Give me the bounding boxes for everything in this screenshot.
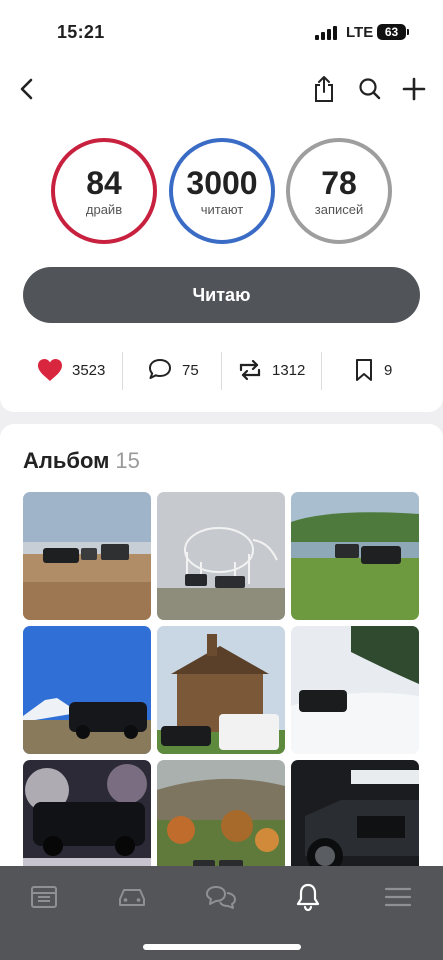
album-photo[interactable] (157, 492, 285, 620)
actions-row: 3523 75 1312 9 (0, 348, 443, 392)
nav-bar (0, 60, 443, 116)
comment-icon (149, 359, 171, 379)
divider (321, 352, 322, 390)
photo-image (157, 492, 285, 620)
garage-icon (119, 889, 145, 906)
divider (122, 352, 123, 390)
read-button[interactable]: Читаю (23, 267, 420, 323)
stat-value: 84 (86, 164, 122, 201)
album-count: 15 (115, 448, 140, 473)
photo-image (23, 492, 151, 620)
notifications-icon (296, 883, 320, 912)
album-photo[interactable] (157, 626, 285, 754)
tab-messages[interactable] (201, 880, 241, 914)
bookmarks-count: 9 (384, 361, 393, 379)
status-time: 15:21 (57, 22, 105, 42)
status-bar: 15:21 LTE 63 (0, 0, 443, 60)
tab-menu[interactable] (378, 880, 418, 914)
comments-count: 75 (182, 361, 199, 379)
tab-feed[interactable] (24, 880, 64, 914)
heart-icon (38, 359, 62, 381)
stat-label: драйв (85, 201, 123, 217)
album-card: Альбом 15 (0, 424, 443, 888)
stat-label: читают (200, 201, 244, 217)
stat-value: 3000 (186, 164, 258, 201)
feed-icon (31, 886, 57, 908)
messages-icon (206, 886, 236, 909)
album-photo[interactable] (291, 626, 419, 754)
like-button[interactable]: 3523 (36, 348, 105, 392)
photo-image (291, 492, 419, 620)
stat-label: записей (314, 201, 364, 217)
share-button[interactable] (309, 74, 339, 104)
repost-icon (239, 359, 261, 381)
stat-drive[interactable]: 84 драйв (51, 138, 157, 244)
bookmark-button[interactable]: 9 (352, 348, 392, 392)
share-icon (315, 76, 333, 102)
plus-icon (402, 77, 426, 101)
search-button[interactable] (355, 74, 385, 104)
likes-count: 3523 (72, 361, 106, 379)
chevron-left-icon (20, 78, 33, 100)
stat-posts[interactable]: 78 записей (286, 138, 392, 244)
stat-value: 78 (321, 164, 357, 201)
signal-icon (315, 26, 339, 40)
battery-icon: 63 (377, 24, 409, 40)
search-icon (359, 78, 381, 100)
album-title: Альбом (23, 448, 110, 473)
add-button[interactable] (399, 74, 429, 104)
comments-button[interactable]: 75 (146, 348, 199, 392)
album-photo[interactable] (291, 492, 419, 620)
tab-garage[interactable] (112, 880, 152, 914)
home-indicator (143, 944, 301, 950)
network-label: LTE (346, 24, 374, 41)
album-photo[interactable] (23, 492, 151, 620)
photo-image (23, 626, 151, 754)
back-button[interactable] (12, 74, 42, 104)
album-photo[interactable] (23, 626, 151, 754)
bookmark-icon (356, 359, 372, 381)
profile-card: 84 драйв 3000 читают 78 записей Читаю 35… (0, 116, 443, 412)
album-header[interactable]: Альбом 15 (23, 448, 140, 474)
tab-notifications[interactable] (288, 880, 328, 914)
divider (221, 352, 222, 390)
repost-button[interactable]: 1312 (236, 348, 305, 392)
reposts-count: 1312 (272, 361, 306, 379)
menu-icon (384, 887, 412, 907)
stat-followers[interactable]: 3000 читают (169, 138, 275, 244)
photo-image (157, 626, 285, 754)
photo-image (291, 626, 419, 754)
